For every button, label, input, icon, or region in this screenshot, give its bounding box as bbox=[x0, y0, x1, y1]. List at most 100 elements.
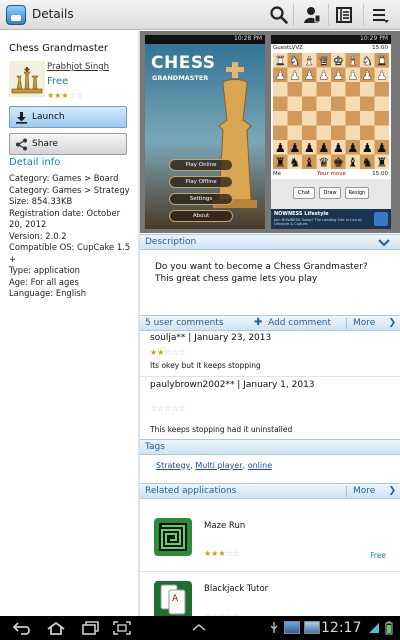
chess-piece: ♟ bbox=[333, 141, 344, 155]
recent-apps-icon[interactable] bbox=[80, 621, 100, 635]
board-square bbox=[360, 96, 375, 111]
share-icon bbox=[16, 138, 27, 151]
developer-link[interactable]: Prabhjot Singh bbox=[47, 62, 109, 72]
chess-piece: ♟ bbox=[318, 141, 329, 155]
home-icon[interactable] bbox=[46, 621, 66, 635]
board-square bbox=[273, 82, 288, 97]
chess-piece: ♞ bbox=[289, 155, 300, 169]
search-icon[interactable] bbox=[269, 5, 289, 25]
screenshot-gallery[interactable]: 10:28 PM CHESS GRANDMASTER Play Online P… bbox=[140, 31, 400, 233]
chess-piece: ♞ bbox=[362, 155, 373, 169]
library-icon[interactable] bbox=[334, 5, 354, 25]
page-title: Details bbox=[32, 7, 74, 21]
board-square bbox=[287, 96, 302, 111]
chess-piece: ♝ bbox=[347, 54, 358, 68]
description-text: Do you want to become a Chess Grandmaste… bbox=[155, 261, 385, 285]
divider bbox=[363, 4, 364, 26]
description-header[interactable]: Description bbox=[140, 234, 400, 250]
detail-line: Age: For all ages bbox=[9, 276, 79, 287]
chess-piece: ♟ bbox=[304, 68, 315, 82]
status-bar: 10:29 PM bbox=[271, 35, 391, 44]
opponent-name: GuestLVVZ bbox=[273, 45, 303, 51]
board-square bbox=[316, 111, 331, 126]
chevron-right-icon[interactable]: ❯ bbox=[388, 318, 396, 328]
screenshot-1[interactable]: 10:28 PM CHESS GRANDMASTER Play Online P… bbox=[145, 35, 265, 229]
related-title: Related applications bbox=[145, 486, 237, 496]
system-clock: 12:17 bbox=[321, 620, 362, 636]
detail-info-header: Detail info bbox=[9, 157, 61, 168]
chevron-right-icon[interactable]: ❯ bbox=[388, 486, 396, 496]
notification-icon[interactable] bbox=[304, 621, 320, 634]
share-label: Share bbox=[32, 139, 58, 149]
board-square bbox=[345, 111, 360, 126]
chevron-down-icon[interactable] bbox=[378, 239, 390, 247]
divider bbox=[346, 318, 347, 329]
ad-body: Join NOWNESS Today! The Leading Site in … bbox=[274, 218, 363, 227]
menu-settings: Settings bbox=[169, 193, 233, 205]
app-detail-content: 10:28 PM CHESS GRANDMASTER Play Online P… bbox=[140, 31, 400, 616]
chess-piece: ♟ bbox=[362, 141, 373, 155]
ad-share-icon bbox=[374, 212, 388, 226]
app-name: Chess Grandmaster bbox=[9, 43, 109, 54]
account-icon[interactable] bbox=[302, 5, 322, 25]
tags-header: Tags bbox=[140, 439, 400, 455]
action-bar: Details bbox=[0, 0, 400, 30]
review-text: Its okey but it keeps stopping bbox=[150, 361, 261, 370]
review-author: paulybrown2002** | January 1, 2013 bbox=[150, 380, 315, 390]
board-square bbox=[360, 125, 375, 140]
chess-logo-subtitle: GRANDMASTER bbox=[152, 74, 209, 82]
comments-more-button[interactable]: More bbox=[353, 318, 375, 328]
description-line: This great chess game lets you play bbox=[155, 274, 318, 284]
chess-board: ♜♞♝♛♚♝♞♜♟♟♟♟♟♟♟♟♟♟♟♟♟♟♟♟♜♞♝♛♚♝♞♜ bbox=[273, 53, 389, 169]
review-text: This keeps stopping had it uninstalled bbox=[150, 425, 293, 434]
divider bbox=[140, 376, 400, 377]
back-icon[interactable] bbox=[12, 621, 32, 635]
related-more-button[interactable]: More bbox=[353, 486, 375, 496]
ad-title: NOWNESS Lifestyle bbox=[274, 211, 329, 217]
share-button[interactable]: Share bbox=[9, 133, 127, 155]
chess-piece: ♚ bbox=[333, 155, 344, 169]
your-move-label: Your move bbox=[317, 171, 346, 177]
board-square bbox=[345, 82, 360, 97]
chess-piece: ♟ bbox=[376, 68, 387, 82]
chess-piece: ♟ bbox=[333, 68, 344, 82]
screenshot-clock: 10:29 PM bbox=[360, 35, 388, 42]
board-square bbox=[273, 96, 288, 111]
app-store-icon[interactable] bbox=[6, 5, 26, 25]
tag-link[interactable]: Multi player bbox=[195, 461, 242, 470]
menu-icon[interactable] bbox=[370, 5, 390, 25]
board-square bbox=[360, 82, 375, 97]
chess-logo-title: CHESS bbox=[151, 53, 216, 73]
menu-play-online: Play Online bbox=[169, 159, 233, 171]
add-comment-button[interactable]: Add comment bbox=[268, 318, 331, 328]
screenshot-2[interactable]: 10:29 PM GuestLVVZ 15:00 ♜♞♝♛♚♝♞♜♟♟♟♟♟♟♟… bbox=[271, 35, 391, 229]
screenshot-clock: 10:28 PM bbox=[234, 35, 262, 42]
tag-link[interactable]: online bbox=[248, 461, 272, 470]
board-square bbox=[287, 125, 302, 140]
chess-piece: ♛ bbox=[318, 155, 329, 169]
related-app-rating: ★★★☆☆ bbox=[204, 549, 240, 558]
system-nav-bar: 12:17 bbox=[0, 616, 400, 640]
detail-line: Version: 2.0.2 bbox=[9, 230, 67, 241]
chess-piece: ♞ bbox=[289, 54, 300, 68]
launch-button[interactable]: Launch bbox=[9, 106, 127, 128]
board-square bbox=[287, 111, 302, 126]
review-rating: ☆☆☆☆☆ bbox=[150, 404, 186, 413]
resign-button: Resign bbox=[345, 187, 369, 199]
chess-piece: ♟ bbox=[275, 68, 286, 82]
chess-piece: ♟ bbox=[362, 68, 373, 82]
detail-line: Registration date: October 20, 2012 bbox=[9, 207, 121, 230]
chess-piece: ♟ bbox=[289, 68, 300, 82]
chat-button: Chat bbox=[293, 187, 315, 199]
notification-icon[interactable] bbox=[284, 621, 300, 634]
screenshot-icon[interactable] bbox=[112, 621, 132, 635]
hide-arrow-icon[interactable] bbox=[188, 621, 210, 635]
blackjack-tutor-icon: A bbox=[154, 581, 192, 616]
board-square bbox=[302, 111, 317, 126]
usb-icon bbox=[270, 622, 278, 633]
board-square bbox=[374, 96, 389, 111]
tag-link[interactable]: Strategy bbox=[156, 461, 190, 470]
divider bbox=[346, 486, 347, 497]
tags-title: Tags bbox=[145, 442, 165, 452]
chess-piece: ♜ bbox=[376, 155, 387, 169]
